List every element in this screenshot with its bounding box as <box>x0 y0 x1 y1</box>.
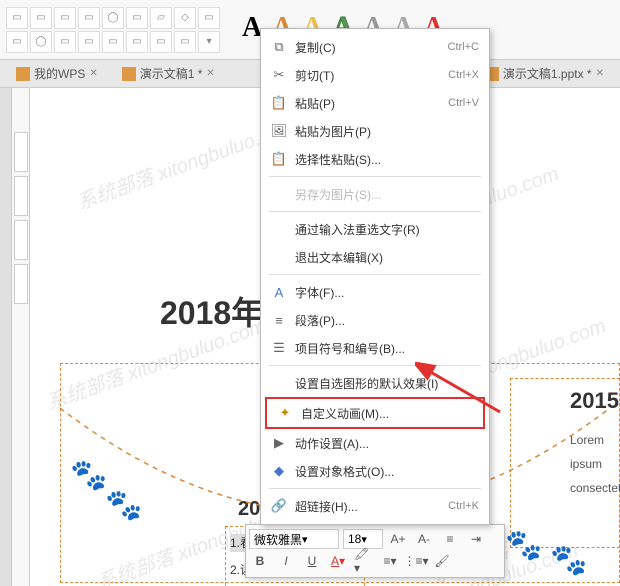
separator <box>269 211 481 212</box>
separator <box>269 488 481 489</box>
size-select[interactable]: 18 ▾ <box>343 529 383 549</box>
link-icon: 🔗 <box>269 498 289 514</box>
tb-btn[interactable]: ▭ <box>126 7 148 29</box>
thumb[interactable] <box>14 264 28 304</box>
paste-icon: 📋 <box>269 95 289 111</box>
tab-doc2[interactable]: 演示文稿1.pptx * ✕ <box>477 61 612 86</box>
tab-mywps[interactable]: 我的WPS ✕ <box>8 61 106 86</box>
shrink-font-button[interactable]: A- <box>413 529 435 549</box>
paste-special-icon: 📋 <box>269 151 289 167</box>
ctx-shape-default[interactable]: 设置自选图形的默认效果(I) <box>261 369 489 397</box>
grow-font-button[interactable]: A+ <box>387 529 409 549</box>
tb-btn[interactable]: ▭ <box>150 31 172 53</box>
thumb[interactable] <box>14 220 28 260</box>
font-color-button[interactable]: A▾ <box>327 551 349 571</box>
italic-button[interactable]: I <box>275 551 297 571</box>
paragraph-icon: ≡ <box>269 312 289 328</box>
tb-btn[interactable]: ▭ <box>6 31 28 53</box>
format-painter-button[interactable]: 🖌 <box>431 551 453 571</box>
ctx-format-object[interactable]: ◆设置对象格式(O)... <box>261 457 489 485</box>
paste-img-icon: 🖼 <box>269 123 289 139</box>
tb-btn[interactable]: ▭ <box>174 31 196 53</box>
tb-btn[interactable]: ▭ <box>78 31 100 53</box>
tb-btn[interactable]: ▭ <box>6 7 28 29</box>
ctx-save-img: 另存为图片(S)... <box>261 180 489 208</box>
tb-btn[interactable]: ◯ <box>102 7 124 29</box>
separator <box>269 274 481 275</box>
separator <box>269 365 481 366</box>
font-icon: A <box>269 284 289 300</box>
ctx-action[interactable]: ▶动作设置(A)... <box>261 429 489 457</box>
ctx-copy[interactable]: ⧉复制(C)Ctrl+C <box>261 33 489 61</box>
mini-toolbar: 微软雅黑 ▾ 18 ▾ A+ A- ≡ ⇥ B I U A▾ 🖍▾ ≡▾ ⋮≡▾… <box>245 524 505 578</box>
ctx-paste-img[interactable]: 🖼粘贴为图片(P) <box>261 117 489 145</box>
tab-label: 演示文稿1 * <box>140 65 203 82</box>
cut-icon: ✂ <box>269 67 289 83</box>
align-button[interactable]: ≡▾ <box>379 551 401 571</box>
tb-btn[interactable]: ▱ <box>150 7 172 29</box>
close-icon[interactable]: ✕ <box>89 68 97 79</box>
copy-icon: ⧉ <box>269 39 289 55</box>
tab-doc1[interactable]: 演示文稿1 * ✕ <box>114 61 223 86</box>
separator <box>269 176 481 177</box>
animation-icon: ✦ <box>275 405 295 421</box>
ctx-paste[interactable]: 📋粘贴(P)Ctrl+V <box>261 89 489 117</box>
tab-label: 我的WPS <box>34 65 85 82</box>
ctx-bullets[interactable]: ☰项目符号和编号(B)... <box>261 334 489 362</box>
ctx-ime[interactable]: 通过输入法重选文字(R) <box>261 215 489 243</box>
tb-btn[interactable]: ▭ <box>78 7 100 29</box>
line-spacing-button[interactable]: ≡ <box>439 529 461 549</box>
ctx-hyperlink[interactable]: 🔗超链接(H)...Ctrl+K <box>261 492 489 520</box>
tb-btn[interactable]: ▭ <box>54 7 76 29</box>
tb-btn[interactable]: ▭ <box>198 7 220 29</box>
tb-btn[interactable]: ◯ <box>30 31 52 53</box>
format-icon: ◆ <box>269 463 289 479</box>
bold-button[interactable]: B <box>249 551 271 571</box>
thumb[interactable] <box>14 176 28 216</box>
tab-label: 演示文稿1.pptx * <box>503 65 592 82</box>
slide-thumbnails <box>12 88 30 586</box>
indent-button[interactable]: ⇥ <box>465 529 487 549</box>
tb-btn[interactable]: ▭ <box>126 31 148 53</box>
ctx-custom-animation[interactable]: ✦自定义动画(M)... <box>267 399 483 427</box>
underline-button[interactable]: U <box>301 551 323 571</box>
ctx-paragraph[interactable]: ≡段落(P)... <box>261 306 489 334</box>
bullets-button[interactable]: ⋮≡▾ <box>405 551 427 571</box>
ctx-exit-text[interactable]: 退出文本编辑(X) <box>261 243 489 271</box>
highlight-box: ✦自定义动画(M)... <box>265 397 485 429</box>
ctx-font[interactable]: A字体(F)... <box>261 278 489 306</box>
tb-btn[interactable]: ▭ <box>54 31 76 53</box>
tb-btn[interactable]: ▭ <box>102 31 124 53</box>
ctx-cut[interactable]: ✂剪切(T)Ctrl+X <box>261 61 489 89</box>
bullets-icon: ☰ <box>269 340 289 356</box>
tb-btn[interactable]: ◇ <box>174 7 196 29</box>
close-icon[interactable]: ✕ <box>596 68 604 79</box>
tb-btn[interactable]: ▾ <box>198 31 220 53</box>
wps-icon <box>16 67 30 81</box>
tb-btn[interactable]: ▭ <box>30 7 52 29</box>
font-select[interactable]: 微软雅黑 ▾ <box>249 529 339 549</box>
close-icon[interactable]: ✕ <box>206 68 214 79</box>
context-menu: ⧉复制(C)Ctrl+C ✂剪切(T)Ctrl+X 📋粘贴(P)Ctrl+V 🖼… <box>260 28 490 525</box>
action-icon: ▶ <box>269 435 289 451</box>
highlight-button[interactable]: 🖍▾ <box>353 551 375 571</box>
thumb[interactable] <box>14 132 28 172</box>
left-sidebar <box>0 88 12 586</box>
doc-icon <box>122 67 136 81</box>
ctx-paste-special[interactable]: 📋选择性粘贴(S)... <box>261 145 489 173</box>
